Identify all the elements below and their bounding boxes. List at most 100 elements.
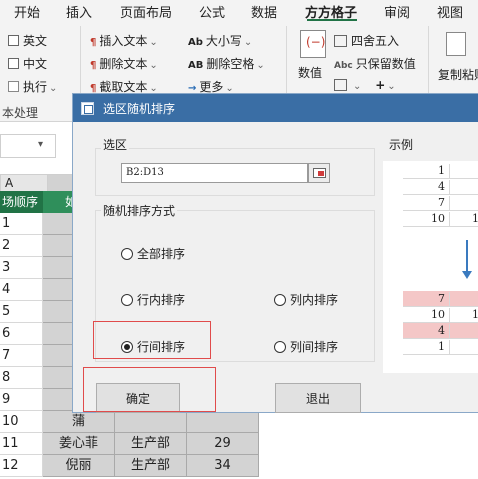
checkbox-icon [8,58,19,69]
row-number[interactable]: 3 [0,257,43,279]
ribbon-tab-bar: 开始 插入 页面布局 公式 数据 方方格子 审阅 视图 [0,0,478,22]
chevron-down-icon: ⌄ [49,83,58,94]
row-number[interactable]: 4 [0,279,43,301]
numeric-label: 数值 [298,66,323,80]
case-icon: Ab [188,37,203,48]
chinese-label: 中文 [23,57,48,71]
example-value: 10 [431,212,445,225]
delete-text-button[interactable]: ¶ 删除文本 ⌄ [90,55,158,72]
arrow-down-icon [462,271,472,279]
row-number[interactable]: 11 [0,433,43,455]
row-number[interactable]: 8 [0,367,43,389]
insert-text-icon: ¶ [90,37,97,48]
insert-text-label: 插入文本 [99,34,148,48]
tab-data[interactable]: 数据 [251,2,277,21]
radio-between-columns-sort[interactable]: 列间排序 [274,338,338,355]
chevron-down-icon[interactable]: ▾ [38,139,43,150]
group-label: 本处理 [2,106,39,120]
example-value: 1 [438,340,445,353]
name-cell[interactable]: 姜心菲 [43,433,115,455]
range-group-label: 选区 [101,136,130,153]
example-row: 10 1 [403,211,478,227]
dialog-title: 选区随机排序 [103,102,176,116]
tab-insert[interactable]: 插入 [66,2,92,21]
example-value [449,164,472,179]
row-number[interactable]: 12 [0,455,43,477]
active-tab-indicator [307,19,357,21]
example-value [449,340,472,355]
radio-all-sort[interactable]: 全部排序 [121,245,185,262]
radio-circle-icon [274,340,286,353]
value-cell[interactable] [187,411,259,433]
tab-page-layout[interactable]: 页面布局 [120,2,172,21]
department-cell[interactable]: 生产部 [115,433,187,455]
copy-paste-label: 复制粘贴 [438,68,478,82]
tab-review[interactable]: 审阅 [384,2,410,21]
sort-mode-group-label: 随机排序方式 [101,202,178,219]
row-number[interactable]: 5 [0,301,43,323]
example-row: 7 [403,195,478,211]
execute-button[interactable]: 执行 ⌄ [8,78,57,95]
keep-value-button[interactable]: Abc 只保留数值 [334,55,416,72]
plus-icon: + [375,78,386,92]
example-panel: 1 4 7 10 1 7 10 1 4 1 [383,161,478,373]
row-number[interactable]: 1 [0,213,43,235]
exit-button[interactable]: 退出 [275,383,361,413]
round-button[interactable]: 四舍五入 [334,32,399,49]
example-label: 示例 [389,136,414,153]
example-value: 1 [449,212,478,227]
insert-text-button[interactable]: ¶ 插入文本 ⌄ [90,32,158,49]
chinese-checkbox[interactable]: 中文 [8,55,47,72]
example-value [449,292,472,307]
row-number[interactable]: 9 [0,389,43,411]
case-button[interactable]: Ab 大小写 ⌄ [188,32,252,49]
english-label: 英文 [23,34,48,48]
row-number[interactable]: 2 [0,235,43,257]
department-cell[interactable]: 生产部 [115,455,187,477]
tab-view[interactable]: 视图 [437,2,463,21]
radio-circle-icon [274,293,286,306]
range-select-icon [313,168,326,178]
radio-in-row-sort-label: 行内排序 [137,293,186,307]
copy-paste-button[interactable]: 复制粘贴 [438,66,478,83]
name-cell[interactable]: 倪丽 [43,455,115,477]
dialog-titlebar[interactable]: 选区随机排序 [73,94,478,122]
value-cell[interactable]: 34 [187,455,259,477]
radio-in-row-sort[interactable]: 行内排序 [121,291,185,308]
small-tools-row[interactable]: ⌄ + ⌄ [334,78,396,92]
name-box[interactable] [0,134,56,158]
checkbox-icon [8,35,19,46]
case-label: 大小写 [205,34,242,48]
column-header-a[interactable]: A [0,174,48,192]
grid-icon [334,79,347,91]
range-input[interactable]: B2:D13 [121,163,308,183]
english-checkbox[interactable]: 英文 [8,32,47,49]
chevron-down-icon: ⌄ [353,81,362,92]
radio-in-column-sort[interactable]: 列内排序 [274,291,338,308]
row-number[interactable]: 6 [0,323,43,345]
numeric-button[interactable]: 数值 [298,64,322,81]
example-row: 10 1 [403,307,478,323]
keep-value-icon: Abc [334,61,353,71]
example-value: 7 [438,292,445,305]
name-cell[interactable]: 蒲 [43,411,115,433]
value-cell[interactable]: 29 [187,433,259,455]
row-number[interactable]: 7 [0,345,43,367]
tab-formulas[interactable]: 公式 [199,2,225,21]
tab-home[interactable]: 开始 [14,2,40,21]
delete-spaces-icon: AB [188,60,204,71]
extract-text-label: 截取文本 [99,80,148,94]
delete-text-label: 删除文本 [99,57,148,71]
range-picker-button[interactable] [308,163,330,183]
delete-spaces-button[interactable]: AB 删除空格 ⌄ [188,55,265,72]
radio-circle-icon [121,247,133,260]
example-row: 4 [403,179,478,195]
clipboard-icon [446,32,466,56]
keep-value-label: 只保留数值 [355,57,416,71]
chevron-down-icon: ⌄ [149,37,158,48]
department-cell[interactable] [115,411,187,433]
header-cell-a1[interactable]: 场顺序 [0,191,43,213]
radio-all-sort-label: 全部排序 [137,247,186,261]
row-number[interactable]: 10 [0,411,43,433]
round-label: 四舍五入 [351,34,400,48]
